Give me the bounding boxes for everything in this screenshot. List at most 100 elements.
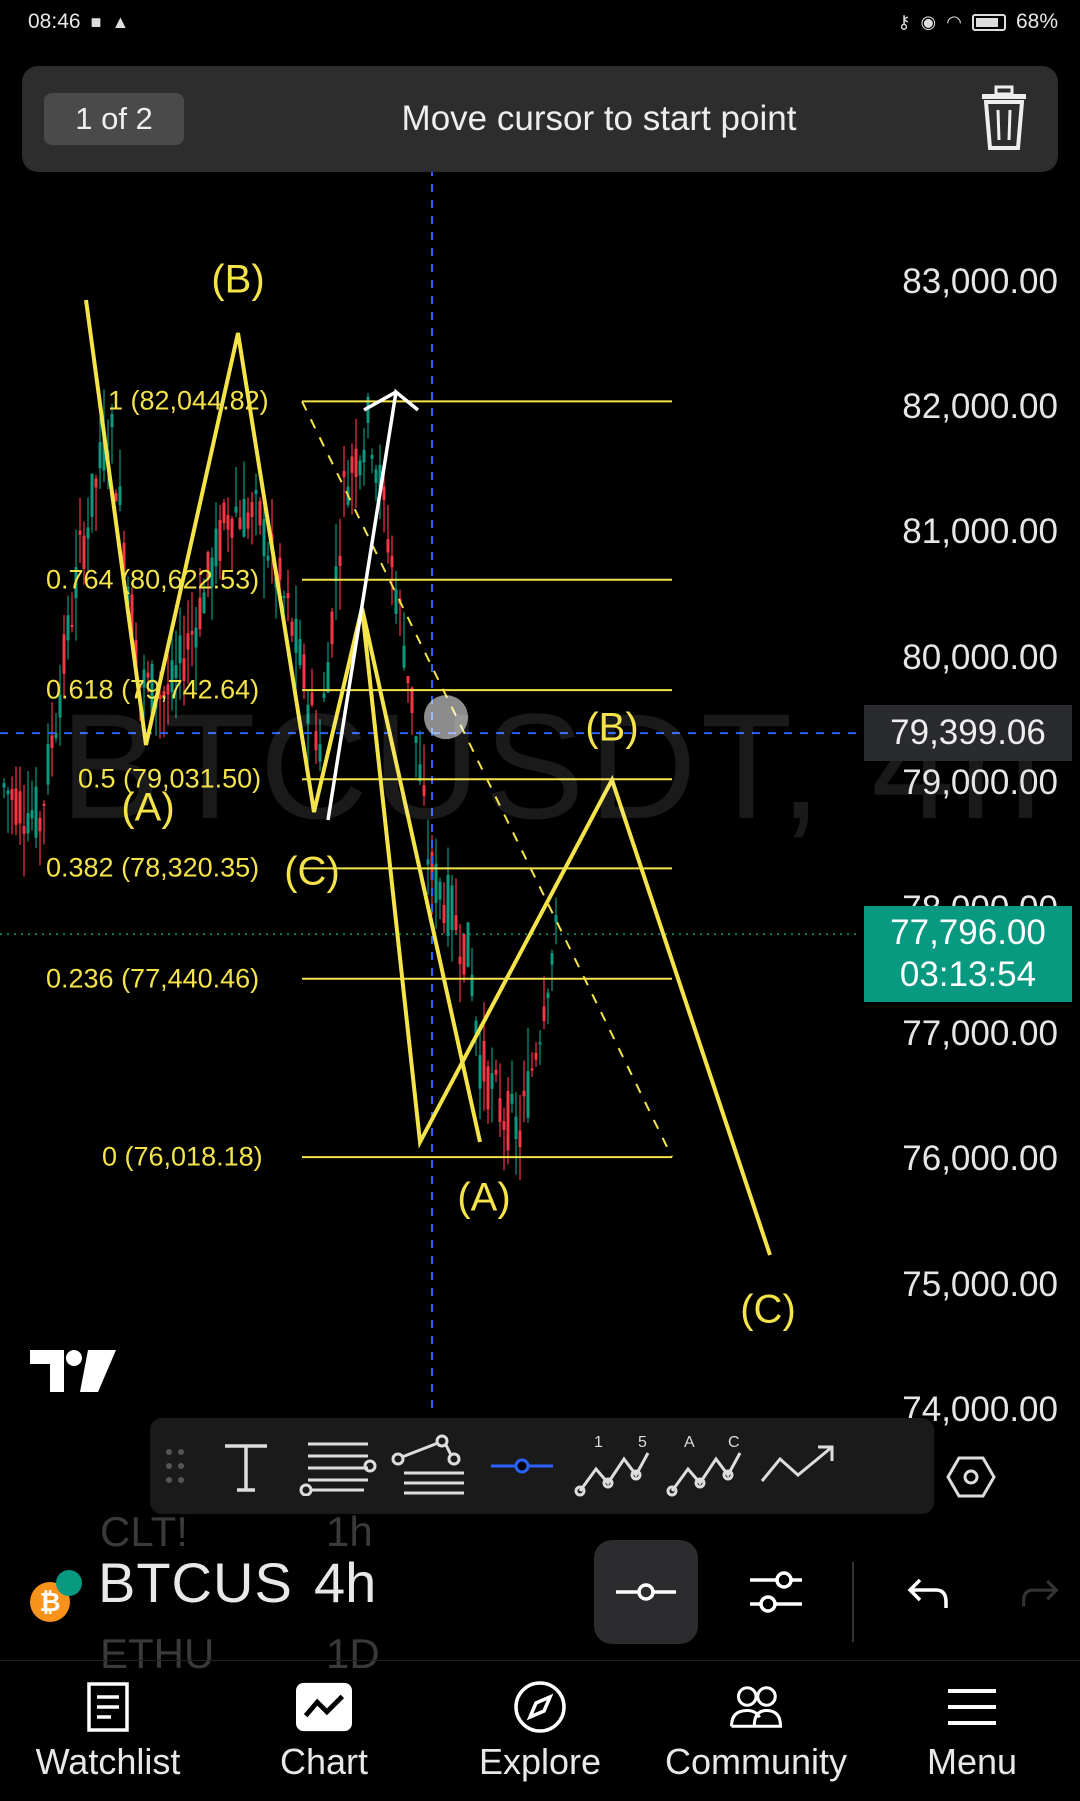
cursor-price-value: 79,399.06 [890, 713, 1046, 753]
horizontal-ray-icon [491, 1458, 553, 1474]
candle-body [262, 519, 266, 557]
redo-icon [1022, 1579, 1059, 1607]
candle-body [202, 592, 206, 614]
wave-label-b-right[interactable]: (B) [585, 706, 638, 751]
nav-menu-label: Menu [926, 1741, 1018, 1782]
candle-body [42, 803, 46, 806]
candle-body [198, 597, 202, 630]
candle-body [118, 486, 122, 505]
wave-label-b-left[interactable]: (B) [211, 258, 264, 303]
trash-icon[interactable] [974, 84, 1034, 154]
undo-button[interactable] [876, 1540, 980, 1644]
interval-selector[interactable]: 4h [314, 1550, 376, 1615]
wave-label-a-right[interactable]: (A) [457, 1176, 510, 1221]
price-axis-label: 82,000.00 [902, 387, 1058, 426]
candle-body [22, 826, 26, 834]
price-axis-label: 79,000.00 [902, 763, 1058, 803]
candle-body [222, 502, 226, 524]
battery-icon [971, 13, 1006, 31]
candle-body [502, 1121, 506, 1130]
candle-body [294, 618, 298, 653]
horizontal-ray-button[interactable] [476, 1418, 568, 1514]
candle-body [382, 486, 386, 501]
candle-body [342, 470, 346, 478]
candle-body [374, 469, 378, 483]
symbol-bar: CLT! 1h ETHU 1D ₿ BTCUS 4h [0, 1508, 1080, 1677]
candle-body [242, 498, 246, 537]
candle-body [506, 1091, 510, 1151]
redo-button[interactable] [1000, 1540, 1080, 1644]
candle-body [426, 859, 430, 865]
candle-body [2, 783, 6, 788]
elliott-impulse-mark-5: 5 [638, 1434, 647, 1451]
candle-body [66, 615, 70, 641]
candle-body [178, 635, 182, 664]
candle-body [462, 934, 466, 975]
compass-icon [512, 1679, 568, 1735]
text-tool-button[interactable] [200, 1418, 292, 1514]
app-notification-icon: ▲ [111, 11, 130, 32]
candle-body [46, 744, 50, 785]
candle-body [70, 624, 74, 627]
nav-community[interactable]: Community [648, 1661, 864, 1801]
candle-body [454, 915, 458, 931]
settings-hex-icon[interactable] [946, 1452, 996, 1502]
nav-explore[interactable]: Explore [432, 1661, 648, 1801]
fib-extension-button[interactable] [384, 1418, 476, 1514]
prev-symbol[interactable]: CLT! [100, 1508, 188, 1556]
fib-extension-icon [391, 1434, 464, 1495]
fib-level-label: 0.764 (80,622.53) [46, 564, 260, 595]
fib-level-label: 0.236 (77,440.46) [46, 963, 260, 994]
nav-watchlist-label: Watchlist [35, 1741, 181, 1782]
elliott-correction-button[interactable]: A C [660, 1418, 752, 1514]
candle-body [490, 1072, 494, 1089]
elliott-correction-mark-a: A [684, 1434, 695, 1451]
toolbar-drag-handle[interactable] [150, 1418, 200, 1514]
exchange-badge-icon [56, 1570, 82, 1596]
nav-menu[interactable]: Menu [864, 1661, 1080, 1801]
candle-body [234, 506, 238, 513]
candle-body [526, 1071, 530, 1118]
candle-body [386, 539, 390, 553]
status-left: 08:46 ■ ▲ [28, 10, 129, 34]
candle-body [542, 1006, 546, 1022]
status-bar: 08:46 ■ ▲ ⚷ ◉ ◠ 68% [0, 0, 1080, 44]
fib-retracement-icon [299, 1442, 377, 1496]
status-right: ⚷ ◉ ◠ 68% [897, 10, 1058, 34]
horizontal-ray-icon [616, 1583, 676, 1601]
price-axis-label: 81,000.00 [902, 512, 1058, 552]
candle-body [362, 449, 366, 463]
candle-body [254, 490, 258, 494]
wave-label-c-left[interactable]: (C) [284, 850, 340, 895]
wave-label-c-right[interactable]: (C) [740, 1288, 796, 1333]
trend-arrow-icon [760, 1445, 834, 1482]
wave-label-a-left[interactable]: (A) [121, 786, 174, 831]
candle-body [510, 1093, 514, 1104]
candle-body [446, 874, 450, 936]
nav-watchlist[interactable]: Watchlist [0, 1661, 216, 1801]
bottom-nav: Watchlist Chart Explore Community Menu [0, 1660, 1080, 1801]
candle-body [530, 1068, 534, 1071]
candle-body [34, 786, 38, 838]
candle-body [458, 956, 462, 965]
candle-body [286, 593, 290, 599]
candle-body [90, 473, 94, 517]
candle-body [338, 555, 342, 567]
nav-chart[interactable]: Chart [216, 1661, 432, 1801]
horizontal-ray-active-button[interactable] [594, 1540, 698, 1644]
prev-interval[interactable]: 1h [326, 1508, 373, 1556]
candle-body [390, 555, 394, 568]
drawing-step-counter: 1 of 2 [44, 93, 184, 145]
fib-retracement-button[interactable] [292, 1418, 384, 1514]
drawing-settings-button[interactable] [724, 1540, 828, 1644]
candle-body [14, 788, 18, 825]
elliott-impulse-button[interactable]: 1 5 [568, 1418, 660, 1514]
trend-arrow-button[interactable] [752, 1418, 844, 1514]
candle-body [266, 555, 270, 561]
text-tool-icon [225, 1444, 267, 1492]
symbol-selector[interactable]: BTCUS [98, 1550, 293, 1615]
last-price-label: 77,796.00 03:13:54 [864, 906, 1072, 1003]
community-icon [728, 1679, 784, 1735]
chart-area[interactable]: BTCUSDT, 4h 83,000.00 82,000.00 81,000.00 8… [0, 150, 1080, 1429]
key-icon: ⚷ [897, 11, 911, 32]
